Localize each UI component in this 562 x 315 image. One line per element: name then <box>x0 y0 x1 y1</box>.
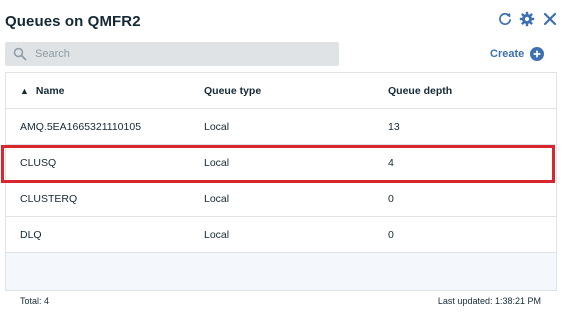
table-row[interactable]: CLUSTERQ Local 0 <box>6 181 556 217</box>
close-icon[interactable] <box>542 11 558 27</box>
create-button[interactable]: Create <box>490 46 545 62</box>
table-row[interactable]: DLQ Local 0 <box>6 217 556 253</box>
table-row[interactable]: CLUSQ Local 4 <box>6 145 556 181</box>
queue-type: Local <box>204 229 230 241</box>
search-bar <box>5 42 339 66</box>
queue-type: Local <box>204 121 230 133</box>
last-updated: Last updated: 1:38:21 PM <box>437 296 541 306</box>
panel-header: Queues on QMFR2 <box>0 0 562 40</box>
total-count: Total: 4 <box>20 296 50 306</box>
queue-type: Local <box>204 157 230 169</box>
queue-depth: 13 <box>388 121 400 133</box>
queue-type: Local <box>204 193 230 205</box>
column-header-queue-depth[interactable]: Queue depth <box>388 73 452 109</box>
sort-ascending-icon: ▲ <box>20 86 29 96</box>
refresh-icon[interactable] <box>497 11 513 27</box>
queue-depth: 0 <box>388 193 394 205</box>
search-input[interactable] <box>35 42 335 66</box>
queue-name: CLUSTERQ <box>20 193 78 205</box>
column-header-name[interactable]: ▲ Name <box>20 73 65 109</box>
queue-name: DLQ <box>20 229 42 241</box>
table-header: ▲ Name Queue type Queue depth <box>6 73 556 109</box>
gear-icon[interactable] <box>519 11 535 27</box>
queue-name: AMQ.5EA1665321110105 <box>20 121 142 133</box>
table-row[interactable]: AMQ.5EA1665321110105 Local 13 <box>6 109 556 145</box>
queues-table: ▲ Name Queue type Queue depth AMQ.5EA1665… <box>5 72 557 291</box>
table-footer: Total: 4 Last updated: 1:38:21 PM <box>0 291 562 315</box>
panel-title: Queues on QMFR2 <box>5 13 141 30</box>
add-circle-icon <box>530 47 545 61</box>
search-icon <box>13 47 27 61</box>
column-header-queue-type[interactable]: Queue type <box>204 73 261 109</box>
column-header-name-label: Name <box>35 85 65 97</box>
queue-depth: 4 <box>388 157 394 169</box>
queue-name: CLUSQ <box>20 157 57 169</box>
queue-depth: 0 <box>388 229 394 241</box>
create-label: Create <box>490 48 525 60</box>
